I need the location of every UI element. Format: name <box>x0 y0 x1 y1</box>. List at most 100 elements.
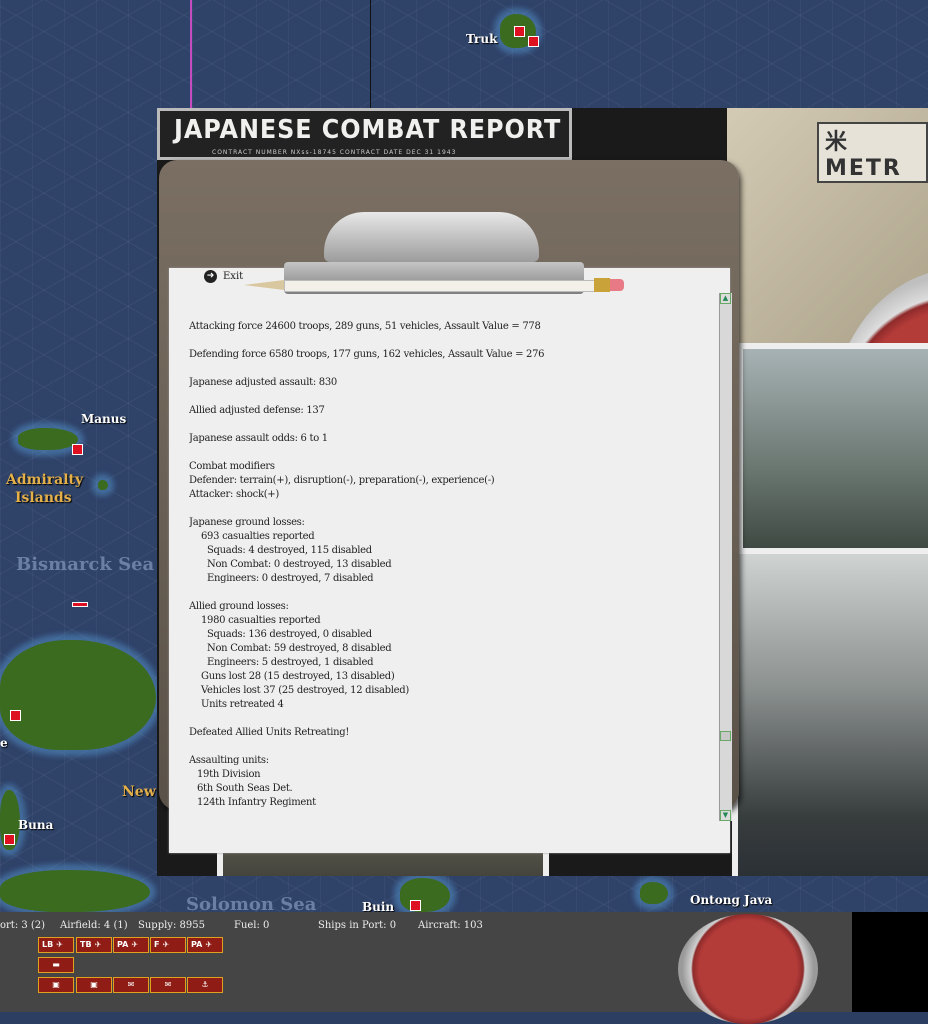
report-scrollbar[interactable]: ▲ ▼ <box>719 293 732 821</box>
ground-unit-button-2[interactable]: ▣ <box>76 977 112 993</box>
report-line: Guns lost 28 (15 destroyed, 13 disabled) <box>201 671 395 682</box>
airfield-stat: Airfield: 4 (1) <box>60 920 128 931</box>
background-photo-smoke <box>732 548 928 876</box>
report-line <box>189 390 714 404</box>
island <box>98 480 108 490</box>
hq-unit-button-2[interactable]: ✉ <box>150 977 186 993</box>
background-photo-coast <box>737 343 928 555</box>
report-line: Combat modifiers <box>189 461 275 472</box>
pencil-icon <box>244 278 634 292</box>
exit-label: Exit <box>223 271 244 282</box>
report-line: Defending force 6580 troops, 177 guns, 1… <box>189 349 545 360</box>
map-label-manus: Manus <box>81 412 127 426</box>
map-label-buna: Buna <box>18 818 54 832</box>
report-line: Japanese assault odds: 6 to 1 <box>189 433 328 444</box>
combat-report-window: 米 METR JAPANESE COMBAT REPORT CONTRACT N… <box>157 108 928 876</box>
scroll-up-icon[interactable]: ▲ <box>720 293 731 304</box>
air-unit-button-f[interactable]: F ✈ <box>150 937 186 953</box>
report-line <box>189 712 714 726</box>
report-line: Non Combat: 0 destroyed, 13 disabled <box>207 559 392 570</box>
report-line: Squads: 4 destroyed, 115 disabled <box>207 545 372 556</box>
unit-icon: ▣ <box>90 980 98 989</box>
report-line: 124th Infantry Regiment <box>197 797 316 808</box>
clipboard: ➜ Exit Attacking force 24600 troops, 289… <box>159 160 739 853</box>
air-unit-button-tb[interactable]: TB ✈ <box>76 937 112 953</box>
report-text: Attacking force 24600 troops, 289 guns, … <box>189 320 714 820</box>
report-line <box>189 446 714 460</box>
report-title: JAPANESE COMBAT REPORT <box>174 115 562 145</box>
unit-icon: ▣ <box>52 980 60 989</box>
route-line <box>190 0 192 110</box>
base-icon[interactable] <box>528 36 539 47</box>
report-line: Squads: 136 destroyed, 0 disabled <box>207 629 372 640</box>
base-icon[interactable] <box>72 602 88 607</box>
base-icon[interactable] <box>410 900 421 911</box>
photo-document-text: 米 METR <box>817 122 928 183</box>
supply-stat: Supply: 8955 <box>138 920 205 931</box>
report-line: Defender: terrain(+), disruption(-), pre… <box>189 475 495 486</box>
report-line: Assaulting units: <box>189 755 269 766</box>
report-line: Engineers: 5 destroyed, 1 disabled <box>207 657 374 668</box>
report-line: Japanese adjusted assault: 830 <box>189 377 337 388</box>
island-manus[interactable] <box>18 428 78 450</box>
report-banner: JAPANESE COMBAT REPORT CONTRACT NUMBER N… <box>157 108 572 160</box>
report-subtitle: CONTRACT NUMBER NXss-18745 CONTRACT DATE… <box>212 149 457 156</box>
island-new-britain[interactable] <box>0 640 156 750</box>
report-line: Defeated Allied Units Retreating! <box>189 727 350 738</box>
aircraft-icon: ✈ <box>131 940 139 949</box>
route-line <box>370 0 371 110</box>
report-line: Units retreated 4 <box>201 699 284 710</box>
aircraft-icon: ✈ <box>56 940 63 949</box>
air-unit-button-pa[interactable]: PA ✈ <box>113 937 149 953</box>
envelope-icon: ✉ <box>127 980 135 989</box>
report-line: Vehicles lost 37 (25 destroyed, 12 disab… <box>201 685 409 696</box>
hud-right-panel <box>852 912 928 1012</box>
aircraft-stat: Aircraft: 103 <box>418 920 483 931</box>
base-info-panel: ort: 3 (2) Airfield: 4 (1) Supply: 8955 … <box>0 912 928 1024</box>
report-line: Attacking force 24600 troops, 289 guns, … <box>189 321 541 332</box>
arrow-right-icon: ➜ <box>204 270 217 283</box>
report-line: 1980 casualties reported <box>201 615 321 626</box>
report-line: Allied ground losses: <box>189 601 289 612</box>
naval-unit-button[interactable]: ⚓ <box>187 977 223 993</box>
report-line <box>189 334 714 348</box>
island-ontong-java[interactable] <box>640 882 668 904</box>
hq-unit-button[interactable]: ✉ <box>113 977 149 993</box>
envelope-icon: ✉ <box>164 980 172 989</box>
report-line <box>189 362 714 376</box>
report-line: 693 casualties reported <box>201 531 315 542</box>
map-label-buin: Buin <box>362 900 395 912</box>
ground-unit-button[interactable]: ▣ <box>38 977 74 993</box>
aircraft-icon: ✈ <box>162 940 170 949</box>
report-line: 6th South Seas Det. <box>197 783 293 794</box>
ships-in-port-stat: Ships in Port: 0 <box>318 920 397 931</box>
report-line: Allied adjusted defense: 137 <box>189 405 325 416</box>
report-line: Japanese ground losses: <box>189 517 305 528</box>
island-bougainville[interactable] <box>400 878 450 912</box>
base-icon[interactable] <box>514 26 525 37</box>
report-line <box>189 740 714 754</box>
map-label-partial: e <box>0 736 8 750</box>
scroll-thumb[interactable] <box>720 731 731 741</box>
map-label-solomon-sea: Solomon Sea <box>186 894 317 912</box>
scroll-down-icon[interactable]: ▼ <box>720 810 731 821</box>
exit-button[interactable]: ➜ Exit <box>204 270 243 283</box>
base-icon[interactable] <box>10 710 21 721</box>
clipboard-clip <box>284 212 584 294</box>
fuel-stat: Fuel: 0 <box>234 920 270 931</box>
report-line <box>189 418 714 432</box>
report-line <box>189 586 714 600</box>
air-unit-button-pa-2[interactable]: PA ✈ <box>187 937 223 953</box>
report-line: Engineers: 0 destroyed, 7 disabled <box>207 573 374 584</box>
port-stat: ort: 3 (2) <box>0 920 46 931</box>
map-label-new: New <box>122 784 156 800</box>
map-label-truk: Truk <box>466 32 498 46</box>
nation-flag-emblem <box>678 914 818 1024</box>
report-line: Attacker: shock(+) <box>189 489 279 500</box>
ship-unit-button[interactable]: ▬ <box>38 957 74 973</box>
air-unit-button-lb[interactable]: LB ✈ <box>38 937 74 953</box>
report-line <box>189 502 714 516</box>
base-icon[interactable] <box>4 834 15 845</box>
map-label-bismarck-sea: Bismarck Sea <box>16 554 155 575</box>
base-icon[interactable] <box>72 444 83 455</box>
